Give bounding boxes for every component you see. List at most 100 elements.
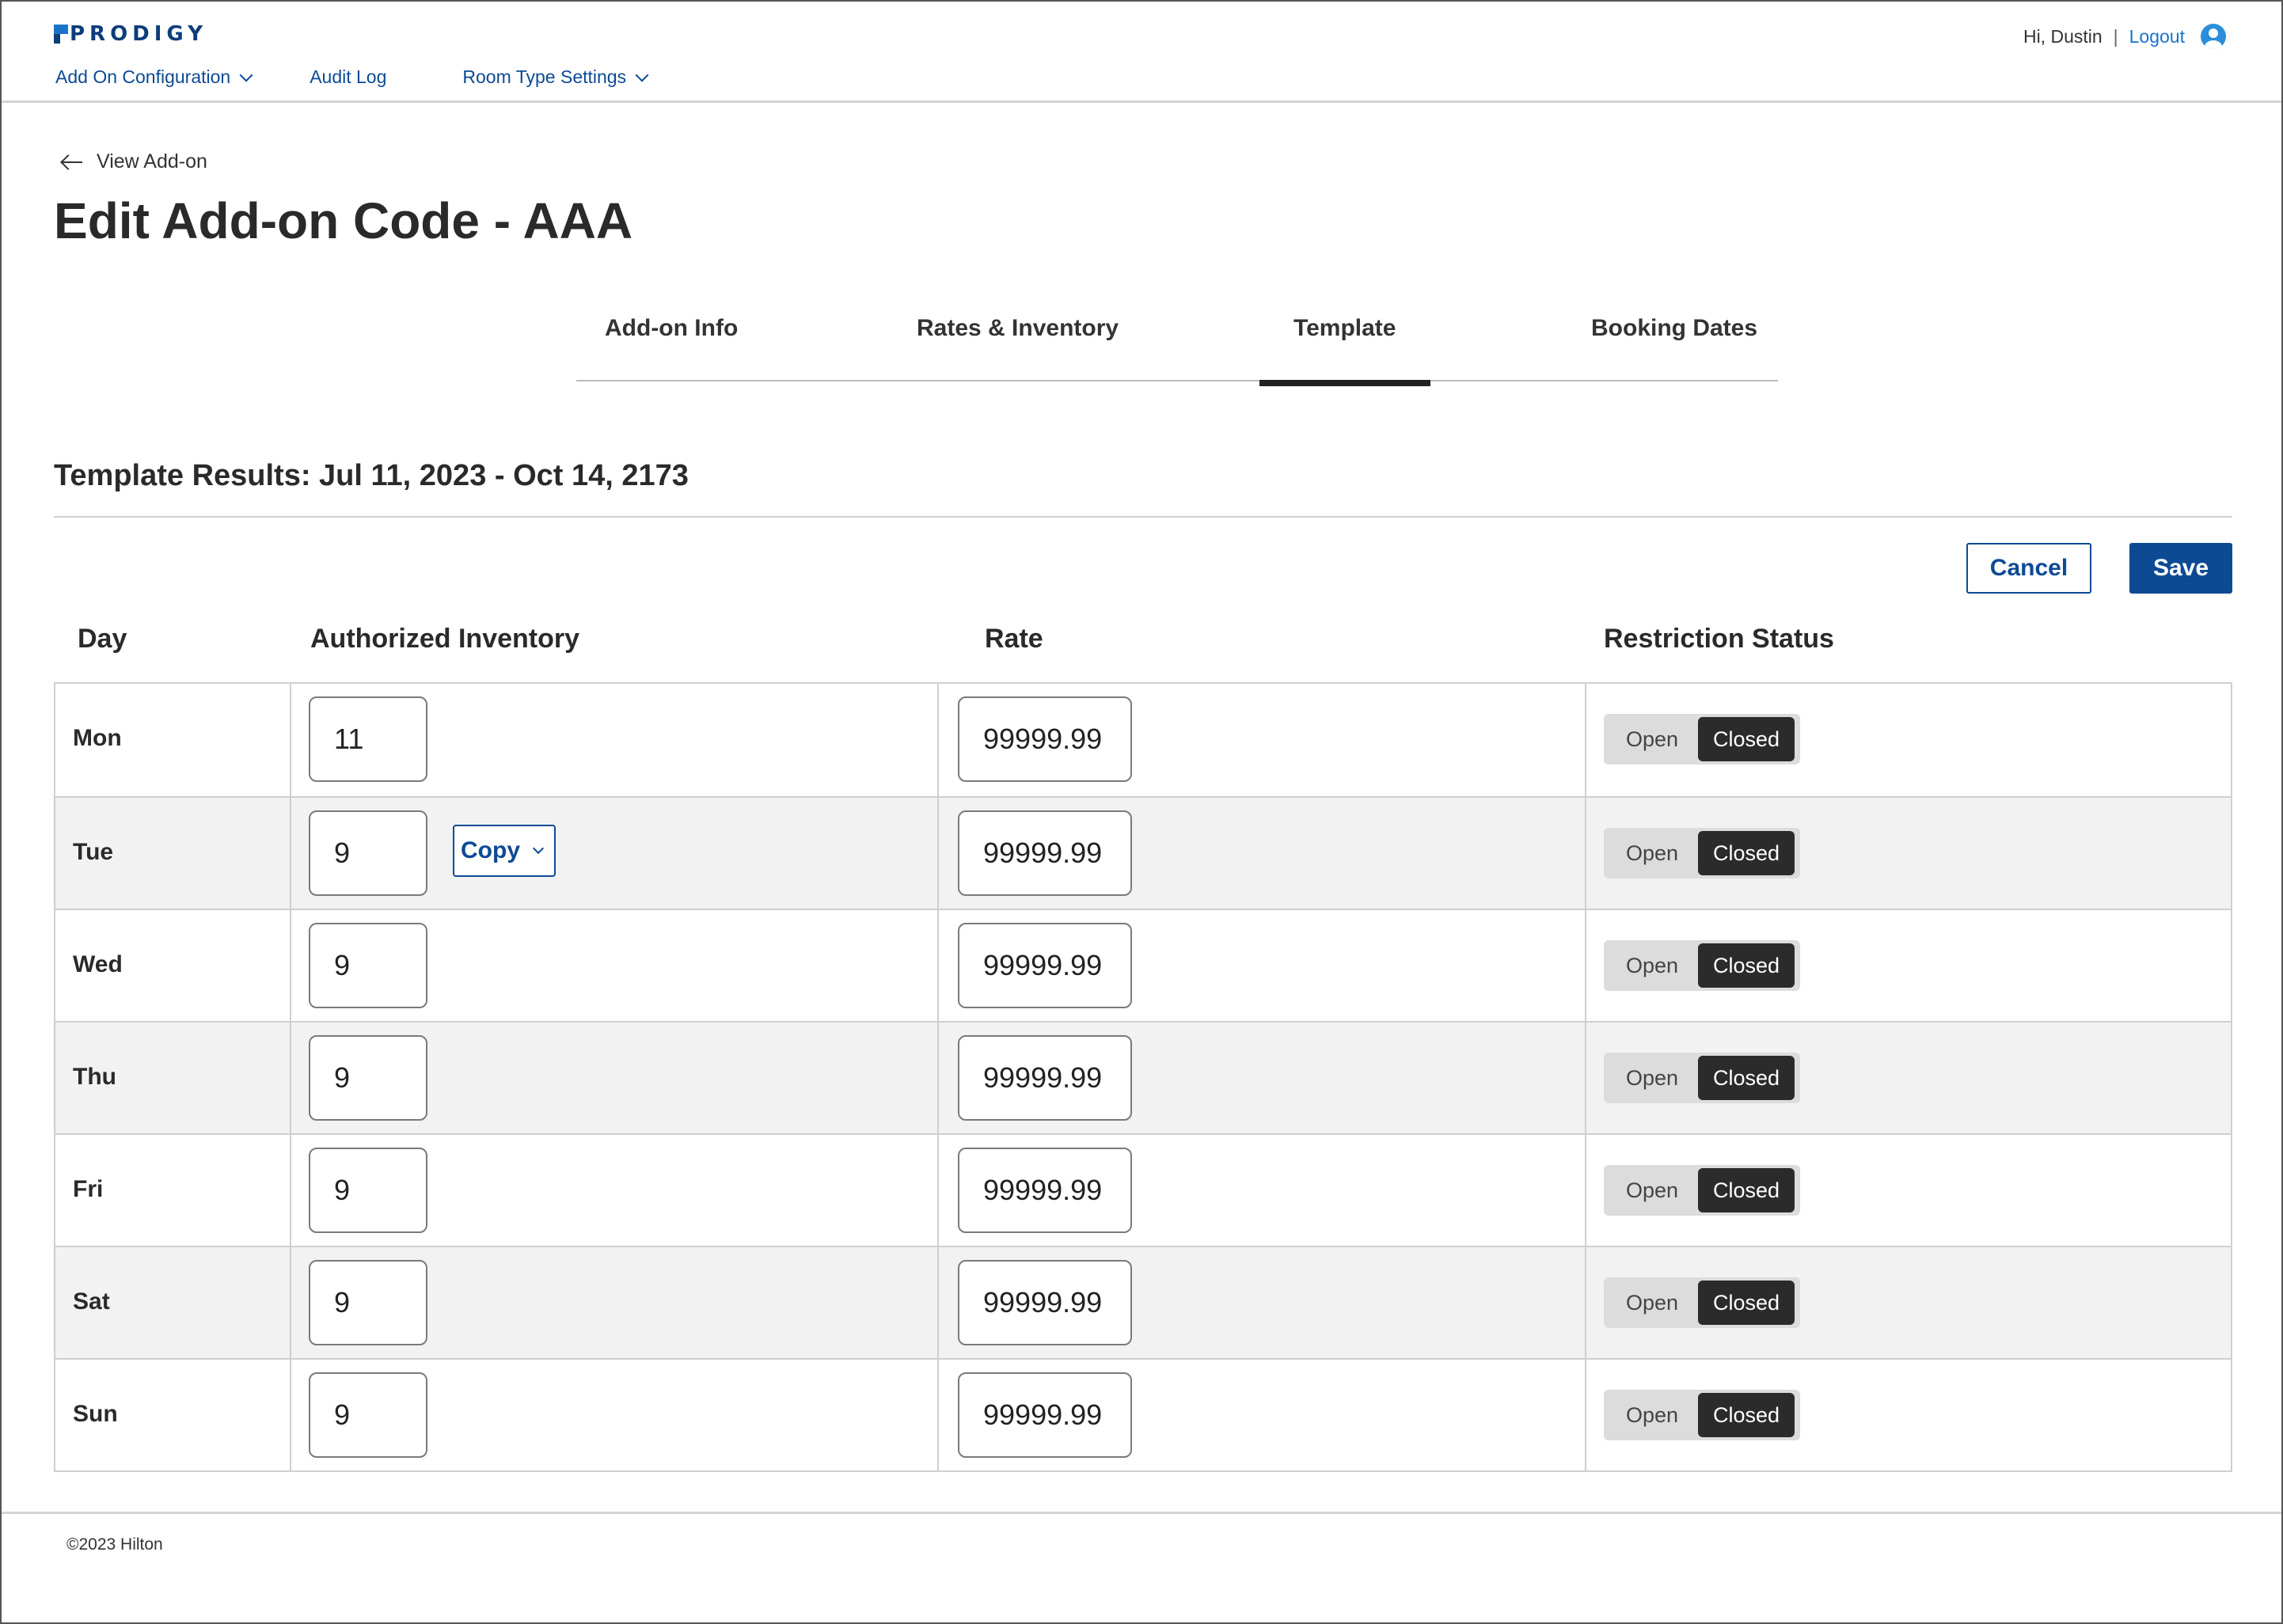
table-row: Wed 9 99999.99 Open Closed — [55, 909, 2231, 1021]
chevron-down-icon — [239, 68, 253, 82]
table-row: Sun 9 99999.99 Open Closed — [55, 1358, 2231, 1470]
column-divider — [290, 684, 291, 796]
restriction-toggle: Open Closed — [1604, 1053, 1800, 1103]
column-divider — [937, 1135, 939, 1246]
rate-input[interactable]: 99999.99 — [958, 696, 1132, 782]
tab-booking-dates[interactable]: Booking Dates — [1591, 315, 1757, 342]
column-divider — [290, 1360, 291, 1470]
column-divider — [290, 1023, 291, 1133]
back-link[interactable]: View Add-on — [60, 150, 207, 173]
inventory-input[interactable]: 9 — [309, 810, 427, 896]
column-divider — [1585, 1247, 1586, 1358]
toggle-closed-option[interactable]: Closed — [1698, 831, 1795, 875]
divider — [54, 516, 2232, 518]
toggle-open-option[interactable]: Open — [1606, 954, 1698, 978]
rate-input[interactable]: 99999.99 — [958, 1148, 1132, 1233]
footer-copyright: ©2023 Hilton — [66, 1535, 163, 1554]
day-label: Wed — [73, 951, 123, 977]
divider: | — [2113, 25, 2118, 47]
inventory-input[interactable]: 9 — [309, 1148, 427, 1233]
logout-link[interactable]: Logout — [2129, 26, 2185, 47]
column-divider — [1585, 910, 1586, 1021]
column-divider — [937, 1023, 939, 1133]
template-table: Mon 11 99999.99 Open Closed Tue 9 Copy 9… — [54, 682, 2232, 1472]
column-divider — [1585, 1135, 1586, 1246]
toggle-closed-option[interactable]: Closed — [1698, 1281, 1795, 1325]
toggle-closed-option[interactable]: Closed — [1698, 1393, 1795, 1437]
day-label: Mon — [73, 725, 122, 751]
nav-room-type-settings[interactable]: Room Type Settings — [462, 66, 649, 88]
logo-text: PRODIGY — [70, 22, 208, 46]
copy-dropdown-button[interactable]: Copy — [453, 825, 556, 877]
day-label: Thu — [73, 1064, 116, 1090]
rate-input[interactable]: 99999.99 — [958, 1372, 1132, 1458]
column-divider — [937, 798, 939, 909]
column-header-day: Day — [78, 624, 127, 654]
copy-label: Copy — [461, 837, 520, 863]
chevron-down-icon — [635, 68, 649, 82]
column-divider — [290, 1135, 291, 1246]
rate-input[interactable]: 99999.99 — [958, 923, 1132, 1008]
toggle-open-option[interactable]: Open — [1606, 1066, 1698, 1091]
day-label: Sat — [73, 1288, 110, 1315]
nav-add-on-configuration[interactable]: Add On Configuration — [55, 66, 253, 88]
column-divider — [1585, 798, 1586, 909]
tab-rates-inventory[interactable]: Rates & Inventory — [917, 315, 1119, 342]
inventory-input[interactable]: 9 — [309, 1035, 427, 1121]
table-row: Sat 9 99999.99 Open Closed — [55, 1246, 2231, 1358]
toggle-closed-option[interactable]: Closed — [1698, 1056, 1795, 1100]
prodigy-logo-icon — [54, 25, 68, 44]
inventory-input[interactable]: 11 — [309, 696, 427, 782]
restriction-toggle: Open Closed — [1604, 940, 1800, 991]
restriction-toggle: Open Closed — [1604, 1390, 1800, 1440]
toggle-open-option[interactable]: Open — [1606, 841, 1698, 866]
rate-input[interactable]: 99999.99 — [958, 1260, 1132, 1345]
rate-input[interactable]: 99999.99 — [958, 1035, 1132, 1121]
toggle-closed-option[interactable]: Closed — [1698, 717, 1795, 761]
save-button[interactable]: Save — [2129, 543, 2232, 594]
toggle-open-option[interactable]: Open — [1606, 1178, 1698, 1203]
column-divider — [290, 798, 291, 909]
footer-divider — [2, 1512, 2281, 1514]
column-divider — [937, 910, 939, 1021]
toggle-closed-option[interactable]: Closed — [1698, 1168, 1795, 1212]
nav-label: Audit Log — [310, 66, 387, 87]
restriction-toggle: Open Closed — [1604, 714, 1800, 765]
inventory-input[interactable]: 9 — [309, 923, 427, 1008]
nav-label: Room Type Settings — [462, 66, 627, 87]
cancel-button[interactable]: Cancel — [1966, 543, 2091, 594]
restriction-toggle: Open Closed — [1604, 1165, 1800, 1216]
toggle-open-option[interactable]: Open — [1606, 1403, 1698, 1428]
user-avatar-icon[interactable] — [2201, 24, 2226, 49]
day-label: Fri — [73, 1176, 104, 1202]
nav-audit-log[interactable]: Audit Log — [310, 66, 386, 88]
toggle-open-option[interactable]: Open — [1606, 1291, 1698, 1315]
column-divider — [1585, 1360, 1586, 1470]
main-nav: Add On Configuration Audit Log Room Type… — [55, 66, 705, 88]
column-divider — [937, 1247, 939, 1358]
rate-input[interactable]: 99999.99 — [958, 810, 1132, 896]
table-row: Tue 9 Copy 99999.99 Open Closed — [55, 796, 2231, 909]
column-header-restriction-status: Restriction Status — [1604, 624, 1834, 654]
toggle-open-option[interactable]: Open — [1606, 727, 1698, 752]
column-divider — [1585, 684, 1586, 796]
app-window: PRODIGY Add On Configuration Audit Log R… — [0, 0, 2283, 1624]
inventory-input[interactable]: 9 — [309, 1260, 427, 1345]
table-row: Fri 9 99999.99 Open Closed — [55, 1133, 2231, 1246]
column-divider — [290, 910, 291, 1021]
user-greeting: Hi, Dustin — [2023, 25, 2103, 47]
column-header-authorized-inventory: Authorized Inventory — [310, 624, 580, 654]
tab-add-on-info[interactable]: Add-on Info — [605, 315, 738, 342]
toggle-closed-option[interactable]: Closed — [1698, 943, 1795, 988]
back-link-label: View Add-on — [97, 150, 207, 173]
inventory-input[interactable]: 9 — [309, 1372, 427, 1458]
tab-template[interactable]: Template — [1293, 315, 1396, 342]
user-area: Hi, Dustin | Logout — [2023, 24, 2226, 49]
day-label: Sun — [73, 1401, 118, 1427]
column-divider — [937, 1360, 939, 1470]
column-divider — [1585, 1023, 1586, 1133]
table-row: Mon 11 99999.99 Open Closed — [55, 684, 2231, 796]
nav-label: Add On Configuration — [55, 66, 231, 87]
logo: PRODIGY — [54, 22, 207, 46]
restriction-toggle: Open Closed — [1604, 1277, 1800, 1328]
